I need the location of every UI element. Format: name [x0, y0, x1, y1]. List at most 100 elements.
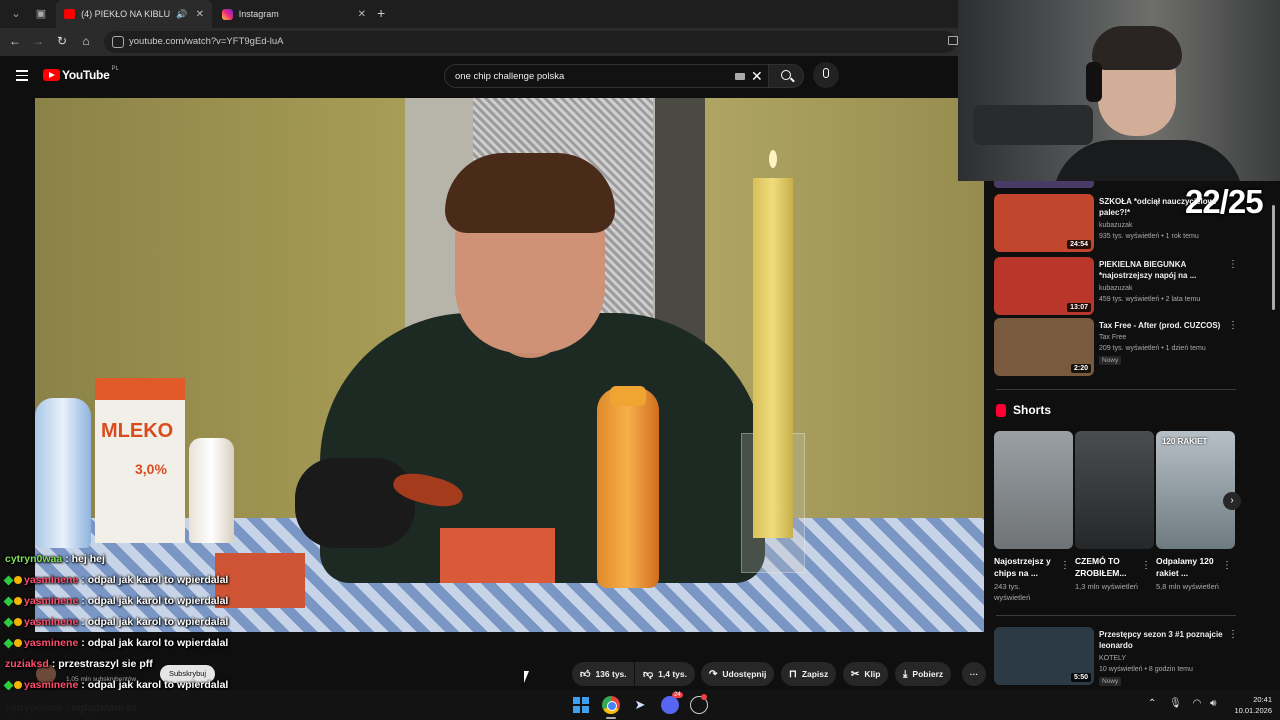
tab-search-icon[interactable]: ⌄	[8, 6, 24, 22]
sidebar-scrollbar[interactable]	[1272, 205, 1275, 310]
back-arrow-icon[interactable]: ←	[7, 34, 23, 48]
chat-username[interactable]: yasminene	[24, 574, 78, 586]
chrome-icon[interactable]	[602, 696, 620, 714]
more-actions-button[interactable]: ···	[962, 662, 986, 686]
related-video[interactable]: 13:07 PIEKIELNA BIEGUNKA *najostrzejszy …	[994, 257, 1244, 315]
share-button[interactable]: ↷ Udostępnij	[701, 662, 775, 686]
search-input[interactable]: one chip challenge polska ✕	[444, 64, 769, 88]
video-thumbnail[interactable]: 24:54	[994, 194, 1094, 252]
start-button-icon[interactable]	[573, 697, 589, 713]
short-item[interactable]: CZEMÓ TO ZROBIŁEM... 1,3 mln wyświetleń …	[1075, 431, 1154, 592]
more-options-icon[interactable]: ⋮	[1228, 259, 1238, 270]
app-icon[interactable]	[690, 694, 708, 714]
share-icon: ↷	[709, 668, 718, 680]
keyboard-icon[interactable]	[735, 73, 745, 80]
clip-button[interactable]: ✂ Klip	[843, 662, 889, 686]
tab-youtube[interactable]: (4) PIEKŁO NA KIBLU *specj 🔊 ✕	[56, 0, 212, 28]
more-options-icon[interactable]: ⋮	[1222, 560, 1232, 571]
video-candle-flame	[769, 150, 777, 168]
save-button[interactable]: ⊓ Zapisz	[781, 662, 837, 686]
youtube-logo[interactable]: YouTube PL	[43, 66, 119, 82]
close-tab-icon[interactable]: ✕	[196, 9, 204, 20]
video-channel[interactable]: kubazuzak	[1099, 221, 1132, 231]
cast-icon[interactable]	[948, 36, 958, 45]
video-thumbnail[interactable]: 13:07	[994, 257, 1094, 315]
more-horizontal-icon: ···	[969, 669, 979, 679]
video-candle	[753, 178, 793, 538]
download-button[interactable]: ⤓ Pobierz	[895, 662, 952, 686]
video-channel[interactable]: Tax Free	[1099, 333, 1126, 343]
video-title[interactable]: Przestępcy sezon 3 #1 poznajcie leonardo	[1099, 629, 1224, 651]
logo-text: YouTube	[62, 68, 110, 82]
extension-icon[interactable]: ▣	[33, 6, 49, 22]
system-tray[interactable]: ⌃ 🎙︎ ◠ 🔊︎	[1148, 698, 1216, 709]
chat-message-text: odpal jak karol to wpierdalal	[87, 595, 229, 607]
close-tab-icon[interactable]: ✕	[358, 9, 366, 20]
instagram-favicon-icon	[222, 8, 233, 20]
chat-badge-icon	[14, 618, 22, 626]
webcam-person-hair	[1092, 26, 1182, 70]
microphone-icon[interactable]: 🎙︎	[1169, 698, 1182, 709]
thumbs-down-icon: 👎︎	[643, 669, 654, 680]
chat-username[interactable]: yasminene	[24, 637, 78, 649]
more-options-icon[interactable]: ⋮	[1060, 560, 1070, 571]
new-tab-button[interactable]: +	[377, 5, 385, 21]
clear-search-icon[interactable]: ✕	[751, 68, 763, 85]
voice-search-button[interactable]	[813, 62, 839, 88]
short-thumbnail[interactable]: 120 RAKIET	[1156, 431, 1235, 549]
video-thumbnail[interactable]: 2:20	[994, 318, 1094, 376]
speaker-icon[interactable]: 🔊	[176, 9, 187, 20]
short-thumbnail[interactable]	[1075, 431, 1154, 549]
forward-arrow-icon[interactable]: →	[30, 34, 46, 48]
chat-message: yasminene: odpal jak karol to wpierdalal	[3, 637, 228, 649]
steam-icon[interactable]: ➤	[631, 696, 649, 714]
short-thumbnail[interactable]	[994, 431, 1073, 549]
windows-taskbar: ➤ 24 ⌃ 🎙︎ ◠ 🔊︎ 20:41 10.01.2026	[0, 690, 1280, 720]
like-button[interactable]: 👍︎ 136 tys.	[572, 662, 634, 686]
more-options-icon[interactable]: ⋮	[1141, 560, 1151, 571]
volume-icon[interactable]: 🔊︎	[1210, 698, 1216, 709]
short-title[interactable]: Odpalamy 120 rakiet ...	[1156, 555, 1220, 579]
url-text: youtube.com/watch?v=YFT9gEd-luA	[129, 36, 284, 47]
chat-badge-icon	[3, 575, 14, 586]
clock-time: 20:41	[1253, 695, 1272, 704]
wifi-icon[interactable]: ◠	[1193, 698, 1202, 709]
video-person-hair	[445, 153, 615, 233]
home-icon[interactable]: ⌂	[78, 34, 94, 48]
related-video[interactable]: 5:50 Przestępcy sezon 3 #1 poznajcie leo…	[994, 627, 1244, 686]
dislike-button[interactable]: 👎︎ 1,4 tys.	[635, 662, 695, 686]
tab-title: Instagram	[238, 9, 279, 19]
short-title[interactable]: Najostrzejsz y chips na ...	[994, 555, 1058, 579]
chat-username[interactable]: cytryn0waa	[5, 553, 62, 565]
short-title[interactable]: CZEMÓ TO ZROBIŁEM...	[1075, 555, 1139, 579]
reload-icon[interactable]: ↻	[54, 34, 70, 48]
video-thumbnail[interactable]: 5:50	[994, 627, 1094, 685]
short-item[interactable]: Najostrzejsz y chips na ... 243 tys. wyś…	[994, 431, 1073, 603]
related-video[interactable]: 24:54 SZKOŁA *odciął nauczycielowi palec…	[994, 194, 1244, 252]
more-options-icon[interactable]: ⋮	[1228, 320, 1238, 331]
site-info-icon[interactable]	[112, 36, 124, 48]
chevron-up-icon[interactable]: ⌃	[1148, 698, 1156, 709]
tab-instagram[interactable]: Instagram ✕	[214, 0, 374, 28]
video-channel[interactable]: KOTELY	[1099, 654, 1126, 664]
chat-username[interactable]: yasminene	[24, 595, 78, 607]
tab-title: (4) PIEKŁO NA KIBLU *specj	[81, 9, 173, 19]
address-bar[interactable]: youtube.com/watch?v=YFT9gEd-luA	[104, 31, 956, 53]
short-item[interactable]: 120 RAKIET Odpalamy 120 rakiet ... 5,8 m…	[1156, 431, 1235, 592]
like-count: 136 tys.	[595, 669, 627, 679]
short-views: 243 tys. wyświetleń	[994, 582, 1031, 602]
video-channel[interactable]: kubazuzak	[1099, 284, 1132, 294]
discord-icon[interactable]: 24	[661, 692, 683, 714]
system-clock[interactable]: 20:41 10.01.2026	[1220, 694, 1272, 716]
hamburger-menu-icon[interactable]	[16, 70, 28, 84]
video-title[interactable]: SZKOŁA *odciął nauczycielowi palec?!*	[1099, 196, 1224, 218]
more-options-icon[interactable]: ⋮	[1228, 629, 1238, 640]
video-title[interactable]: PIEKIELNA BIEGUNKA *najostrzejszy napój …	[1099, 259, 1224, 281]
search-button[interactable]	[768, 64, 804, 88]
shorts-next-button[interactable]: ›	[1223, 492, 1241, 510]
related-video[interactable]: 2:20 Tax Free - After (prod. CUZCOS) Tax…	[994, 318, 1244, 376]
chat-username[interactable]: zuziaksd	[5, 658, 49, 670]
video-title[interactable]: Tax Free - After (prod. CUZCOS)	[1099, 320, 1224, 331]
video-stats: 209 tys. wyświetleń • 1 dzień temu	[1099, 345, 1206, 352]
chat-username[interactable]: yasminene	[24, 616, 78, 628]
